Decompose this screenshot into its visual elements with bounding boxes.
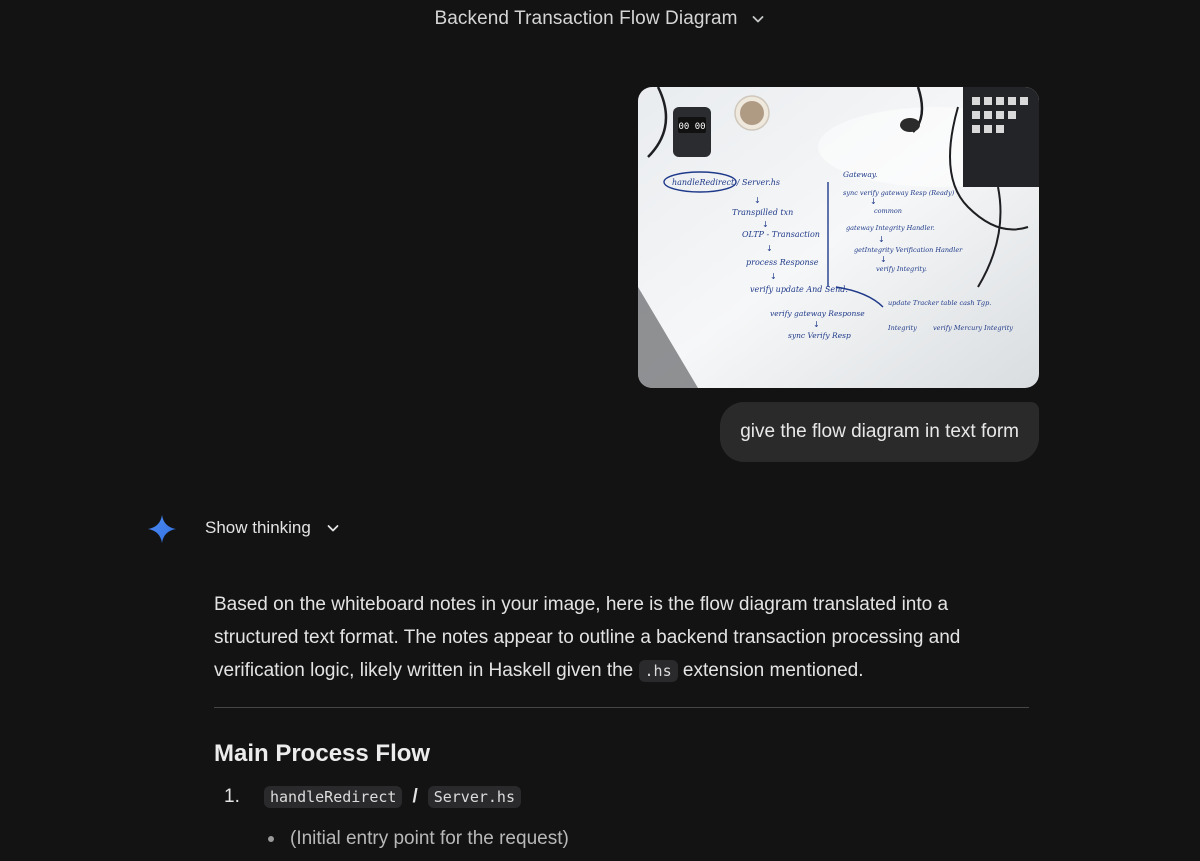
bullet-dot	[268, 836, 274, 842]
whiteboard-line: Gateway.	[843, 170, 877, 179]
svg-text:00 00: 00 00	[678, 122, 705, 132]
uploaded-whiteboard-image[interactable]: 00 00 handleRedirect / Server.hs Transpi…	[638, 87, 1039, 388]
conversation-title: Backend Transaction Flow Diagram	[434, 8, 738, 29]
user-message-text: give the flow diagram in text form	[740, 421, 1019, 442]
show-thinking-toggle[interactable]: Show thinking	[205, 512, 341, 544]
svg-text:↓: ↓	[870, 197, 877, 206]
whiteboard-line: common	[874, 207, 902, 215]
inline-code: .hs	[638, 660, 678, 682]
whiteboard-line: update Tracker table cash Tgp.	[888, 299, 991, 307]
svg-text:↓: ↓	[880, 255, 887, 264]
list-number: 1.	[224, 786, 240, 807]
list-item: 1. handleRedirect / Server.hs	[224, 786, 521, 808]
user-message-bubble: give the flow diagram in text form	[720, 402, 1039, 462]
chevron-down-icon	[325, 520, 341, 536]
whiteboard-line: sync Verify Resp	[788, 331, 851, 340]
whiteboard-line: verify Mercury Integrity	[933, 324, 1013, 332]
svg-text:↓: ↓	[762, 220, 769, 229]
svg-text:↓: ↓	[770, 272, 777, 281]
sub-list-text: (Initial entry point for the request)	[290, 828, 569, 849]
intro-text-end: extension mentioned.	[677, 660, 864, 681]
section-heading: Main Process Flow	[214, 740, 431, 767]
inline-code: Server.hs	[427, 786, 521, 808]
assistant-response: Based on the whiteboard notes in your im…	[214, 588, 1029, 688]
whiteboard-line: verify gateway Response	[770, 309, 865, 318]
gemini-spark-icon	[147, 514, 177, 544]
svg-text:↓: ↓	[813, 320, 820, 329]
chevron-down-icon	[750, 11, 766, 27]
whiteboard-line: Integrity	[887, 324, 917, 332]
chat-page: Backend Transaction Flow Diagram 00 00 h…	[0, 0, 1200, 861]
title-bar: Backend Transaction Flow Diagram	[0, 0, 1200, 38]
whiteboard-line: verify Integrity.	[876, 265, 927, 273]
response-intro: Based on the whiteboard notes in your im…	[214, 588, 1029, 688]
section-divider	[214, 707, 1029, 708]
separator: /	[412, 786, 418, 807]
whiteboard-line: process Response	[746, 258, 819, 267]
svg-text:↓: ↓	[766, 244, 773, 253]
whiteboard-line: handleRedirect / Server.hs	[672, 178, 780, 187]
show-thinking-label: Show thinking	[205, 518, 311, 537]
whiteboard-line: verify update And Send.	[750, 285, 848, 294]
inline-code: handleRedirect	[264, 786, 403, 808]
svg-text:↓: ↓	[754, 196, 761, 205]
whiteboard-line: sync verify gateway Resp (Ready)	[843, 189, 955, 197]
whiteboard-line: OLTP - Transaction	[742, 230, 820, 239]
whiteboard-line: getIntegrity Verification Handler	[854, 246, 963, 254]
sub-list-item: (Initial entry point for the request)	[268, 828, 569, 850]
whiteboard-line: gateway Integrity Handler.	[846, 224, 935, 232]
whiteboard-line: Transpilled txn	[732, 208, 793, 217]
svg-text:↓: ↓	[878, 235, 885, 244]
conversation-title-dropdown[interactable]: Backend Transaction Flow Diagram	[426, 4, 773, 34]
